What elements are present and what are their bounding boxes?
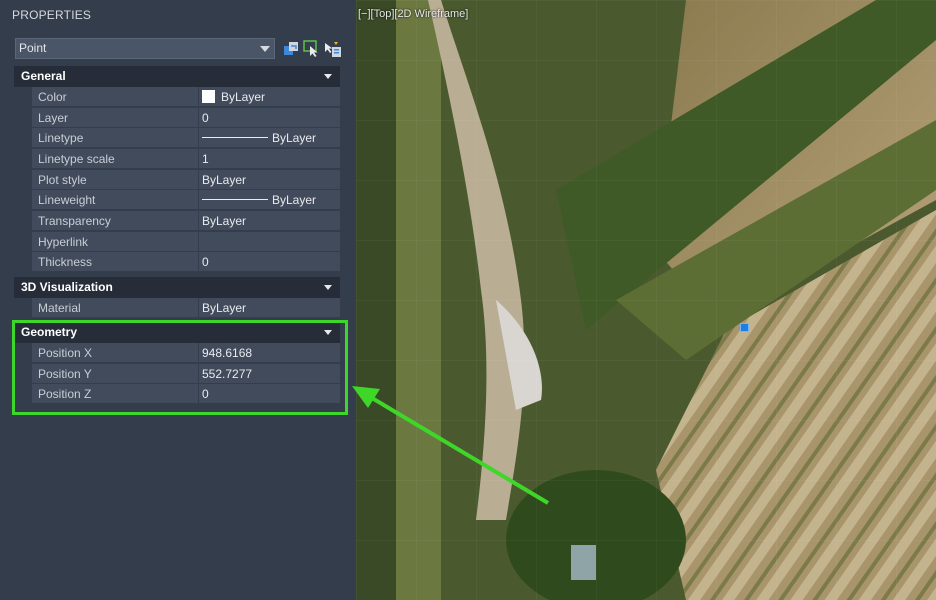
- object-type-select[interactable]: Point: [15, 38, 275, 59]
- prop-row-transparency[interactable]: Transparency ByLayer: [14, 211, 340, 232]
- prop-row-material[interactable]: Material ByLayer: [14, 298, 340, 319]
- prop-row-layer[interactable]: Layer 0: [14, 108, 340, 129]
- prop-row-color[interactable]: Color ByLayer: [14, 87, 340, 108]
- properties-palette: PROPERTIES Point General Color ByLayer L…: [0, 0, 356, 600]
- prop-row-lineweight[interactable]: Lineweight ByLayer: [14, 190, 340, 211]
- palette-title: PROPERTIES: [12, 8, 92, 22]
- linetype-preview-icon: [202, 137, 268, 139]
- toggle-pickadd-icon[interactable]: [282, 40, 300, 58]
- prop-value[interactable]: ByLayer: [199, 298, 340, 318]
- prop-name: Hyperlink: [32, 232, 198, 252]
- prop-name: Layer: [32, 108, 198, 128]
- prop-row-hyperlink[interactable]: Hyperlink: [14, 232, 340, 253]
- prop-row-linetype-scale[interactable]: Linetype scale 1: [14, 149, 340, 170]
- section-general[interactable]: General: [14, 66, 340, 87]
- color-swatch-icon: [202, 90, 215, 104]
- geometry-highlight-box: [12, 320, 348, 415]
- prop-value[interactable]: ByLayer: [199, 211, 340, 231]
- prop-name: Material: [32, 298, 198, 318]
- prop-name: Linetype: [32, 128, 198, 148]
- chevron-down-icon: [260, 46, 270, 52]
- section-title: General: [21, 69, 66, 83]
- prop-value[interactable]: 0: [199, 252, 340, 272]
- prop-row-thickness[interactable]: Thickness 0: [14, 252, 340, 273]
- aerial-image: [356, 0, 936, 600]
- lineweight-preview-icon: [202, 199, 268, 201]
- collapse-icon: [324, 285, 332, 290]
- quick-select-icon[interactable]: [324, 40, 342, 58]
- collapse-icon: [324, 74, 332, 79]
- drawing-viewport[interactable]: [−][Top][2D Wireframe]: [356, 0, 936, 600]
- prop-value[interactable]: ByLayer: [199, 190, 340, 210]
- prop-value[interactable]: [199, 232, 340, 252]
- prop-row-linetype[interactable]: Linetype ByLayer: [14, 128, 340, 149]
- prop-value[interactable]: 0: [199, 108, 340, 128]
- prop-name: Transparency: [32, 211, 198, 231]
- section-title: 3D Visualization: [21, 280, 113, 294]
- prop-value[interactable]: ByLayer: [199, 87, 340, 107]
- selected-point-marker[interactable]: [740, 323, 749, 332]
- prop-name: Thickness: [32, 252, 198, 272]
- prop-row-plot-style[interactable]: Plot style ByLayer: [14, 170, 340, 191]
- prop-value[interactable]: ByLayer: [199, 170, 340, 190]
- prop-name: Linetype scale: [32, 149, 198, 169]
- viewport-controls-label[interactable]: [−][Top][2D Wireframe]: [358, 8, 468, 20]
- prop-name: Color: [32, 87, 198, 107]
- prop-value[interactable]: ByLayer: [199, 128, 340, 148]
- prop-name: Plot style: [32, 170, 198, 190]
- section-3d-visualization[interactable]: 3D Visualization: [14, 277, 340, 298]
- select-objects-icon[interactable]: [303, 40, 321, 58]
- prop-name: Lineweight: [32, 190, 198, 210]
- object-type-value: Point: [19, 41, 47, 55]
- prop-value[interactable]: 1: [199, 149, 340, 169]
